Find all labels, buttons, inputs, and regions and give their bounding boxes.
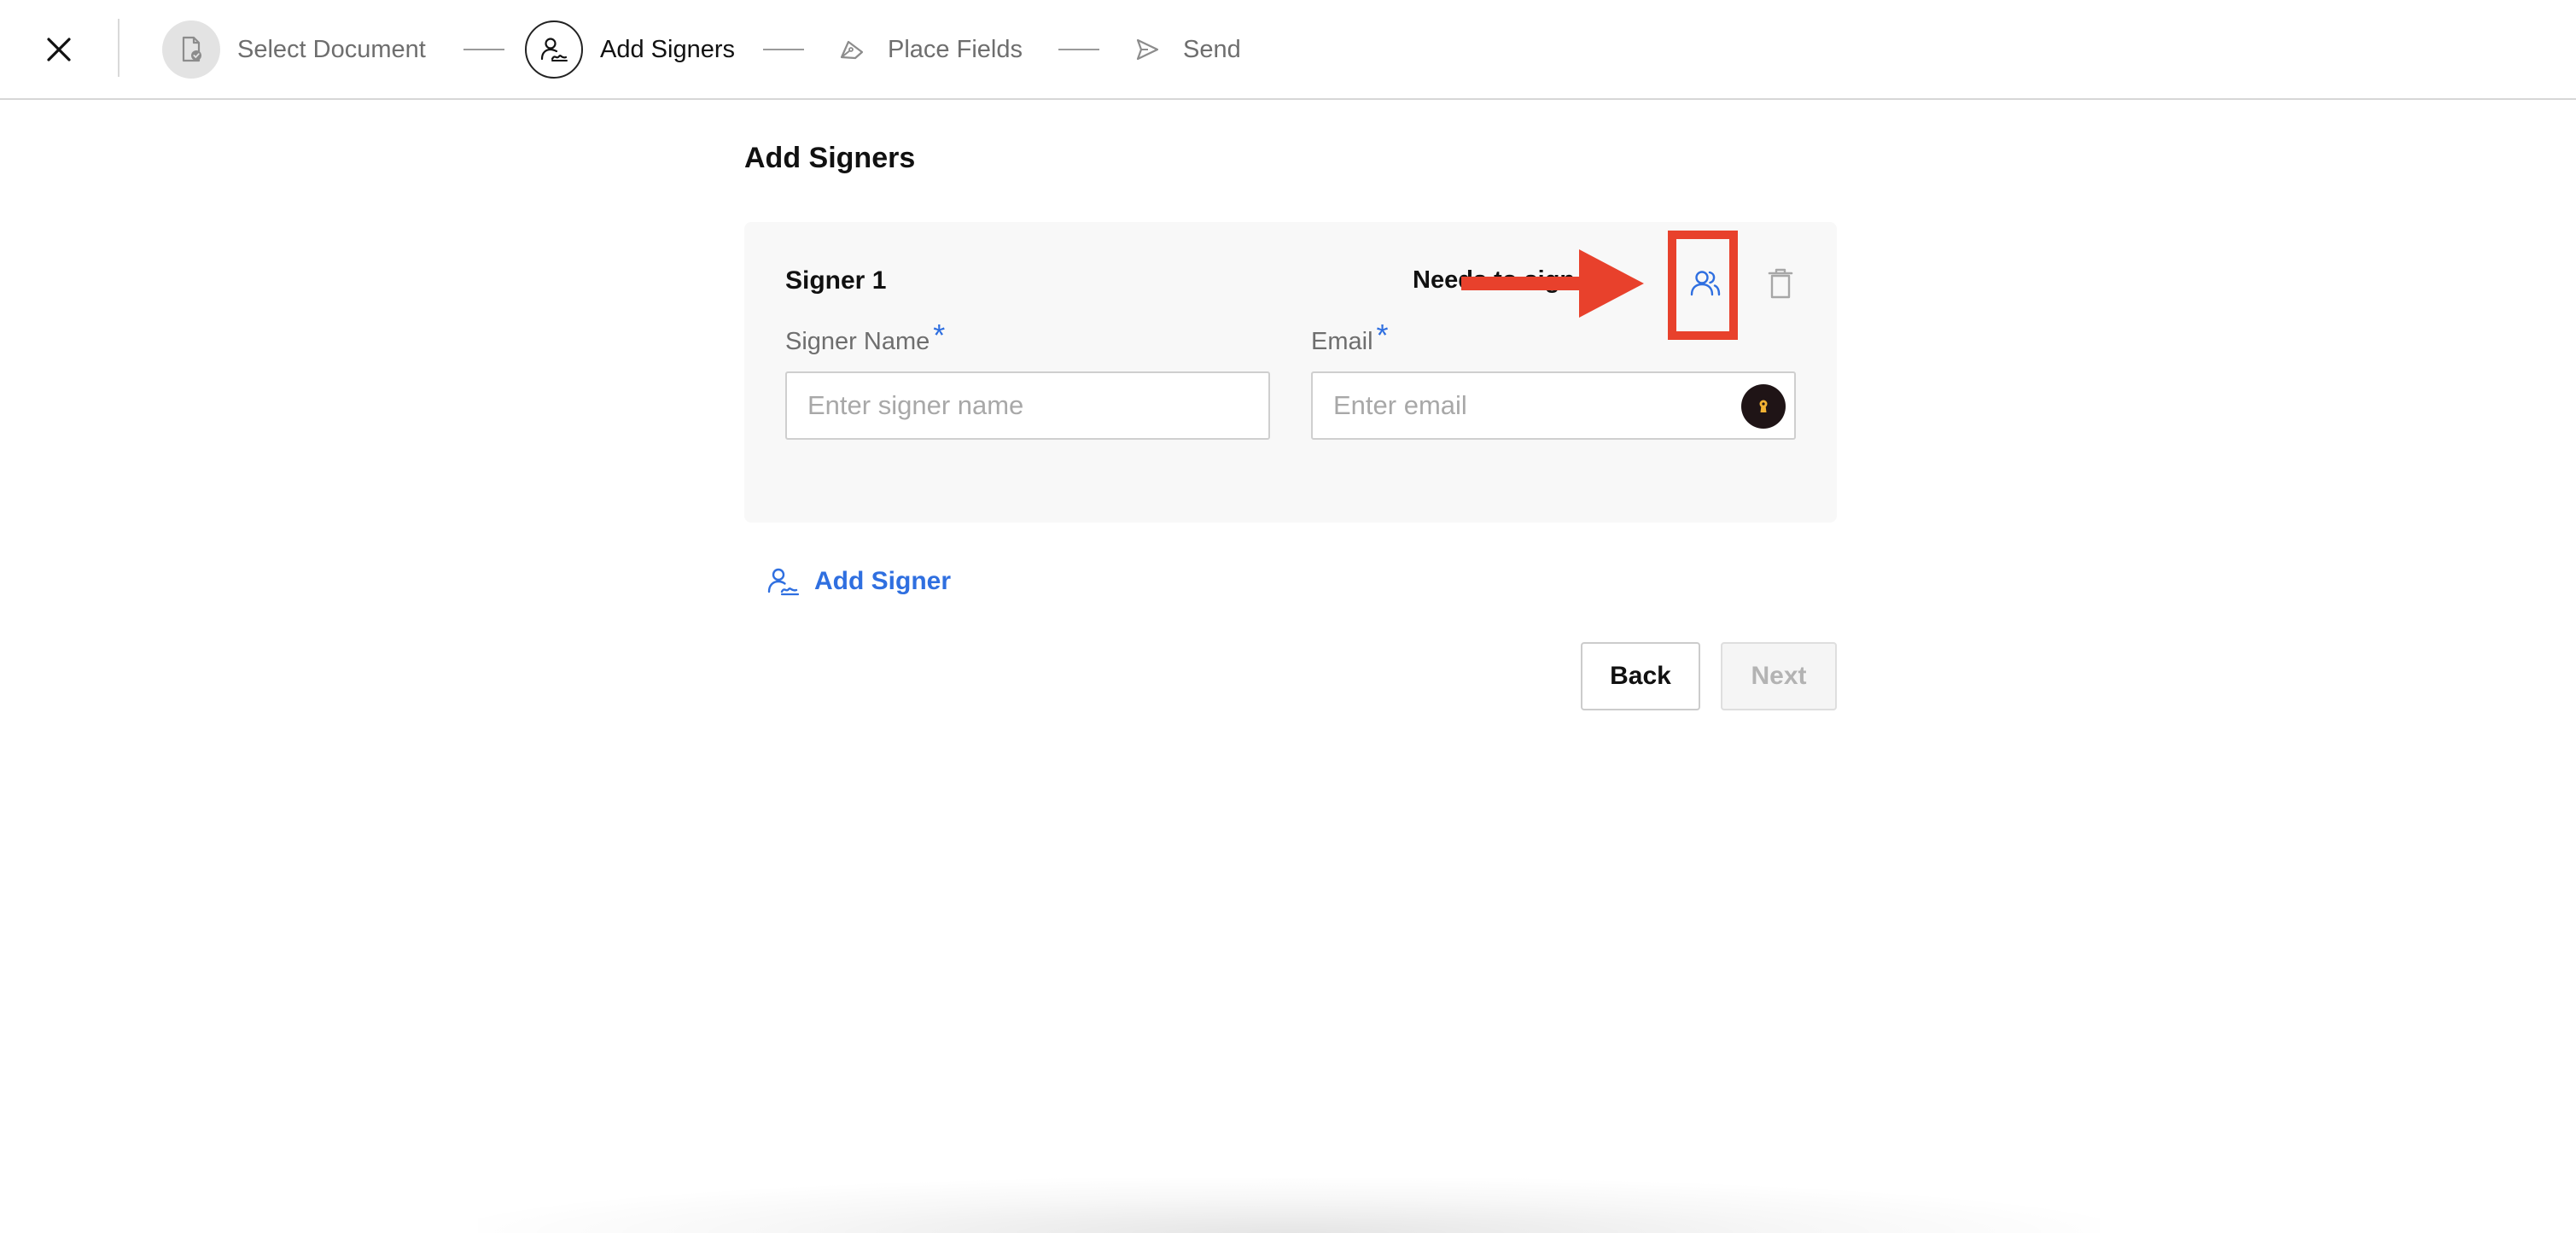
step-separator [763,49,804,50]
signer-role-select[interactable]: Needs to sign [1413,266,1575,295]
signer-name-label-text: Signer Name [785,328,930,355]
step-send[interactable]: Send [1128,19,1241,80]
add-signer-icon [767,568,800,596]
signer-title: Signer 1 [785,266,887,295]
delete-signer-button[interactable] [1763,265,1798,302]
step-separator [1058,49,1099,50]
step-place-fields[interactable]: Place Fields [833,19,1023,80]
contacts-icon [1690,271,1721,296]
document-check-icon [162,20,220,79]
top-bar: Select Document Add Signers Place Fields [0,0,2576,100]
add-signer-button[interactable]: Add Signer [766,564,951,599]
email-label-text: Email [1311,328,1373,355]
step-label: Add Signers [600,35,735,63]
password-manager-icon[interactable] [1741,384,1786,429]
contacts-button[interactable] [1685,263,1726,304]
add-signer-label: Add Signer [814,567,952,595]
back-button[interactable]: Back [1581,642,1700,710]
close-icon [47,38,71,61]
topbar-divider [118,19,119,77]
required-asterisk: * [1376,318,1389,353]
email-input[interactable] [1311,371,1796,440]
signer-icon [525,20,583,79]
signer-card: Signer 1 Needs to sign Signer Name* Emai… [744,222,1837,523]
step-separator [463,49,504,50]
step-label: Place Fields [888,35,1023,63]
send-icon [1128,31,1166,68]
close-button[interactable] [39,32,79,67]
bottom-shadow [478,1178,2100,1233]
page-title: Add Signers [744,142,916,174]
next-button[interactable]: Next [1721,642,1837,710]
pen-nib-icon [833,31,871,68]
step-select-document[interactable]: Select Document [162,19,426,80]
step-add-signers[interactable]: Add Signers [525,19,735,80]
signer-name-input[interactable] [785,371,1270,440]
signer-name-label: Signer Name * [785,318,946,357]
required-asterisk: * [933,318,946,353]
email-label: Email * [1311,318,1389,357]
step-label: Select Document [237,35,426,63]
step-label: Send [1183,35,1241,63]
trash-icon [1768,268,1793,299]
